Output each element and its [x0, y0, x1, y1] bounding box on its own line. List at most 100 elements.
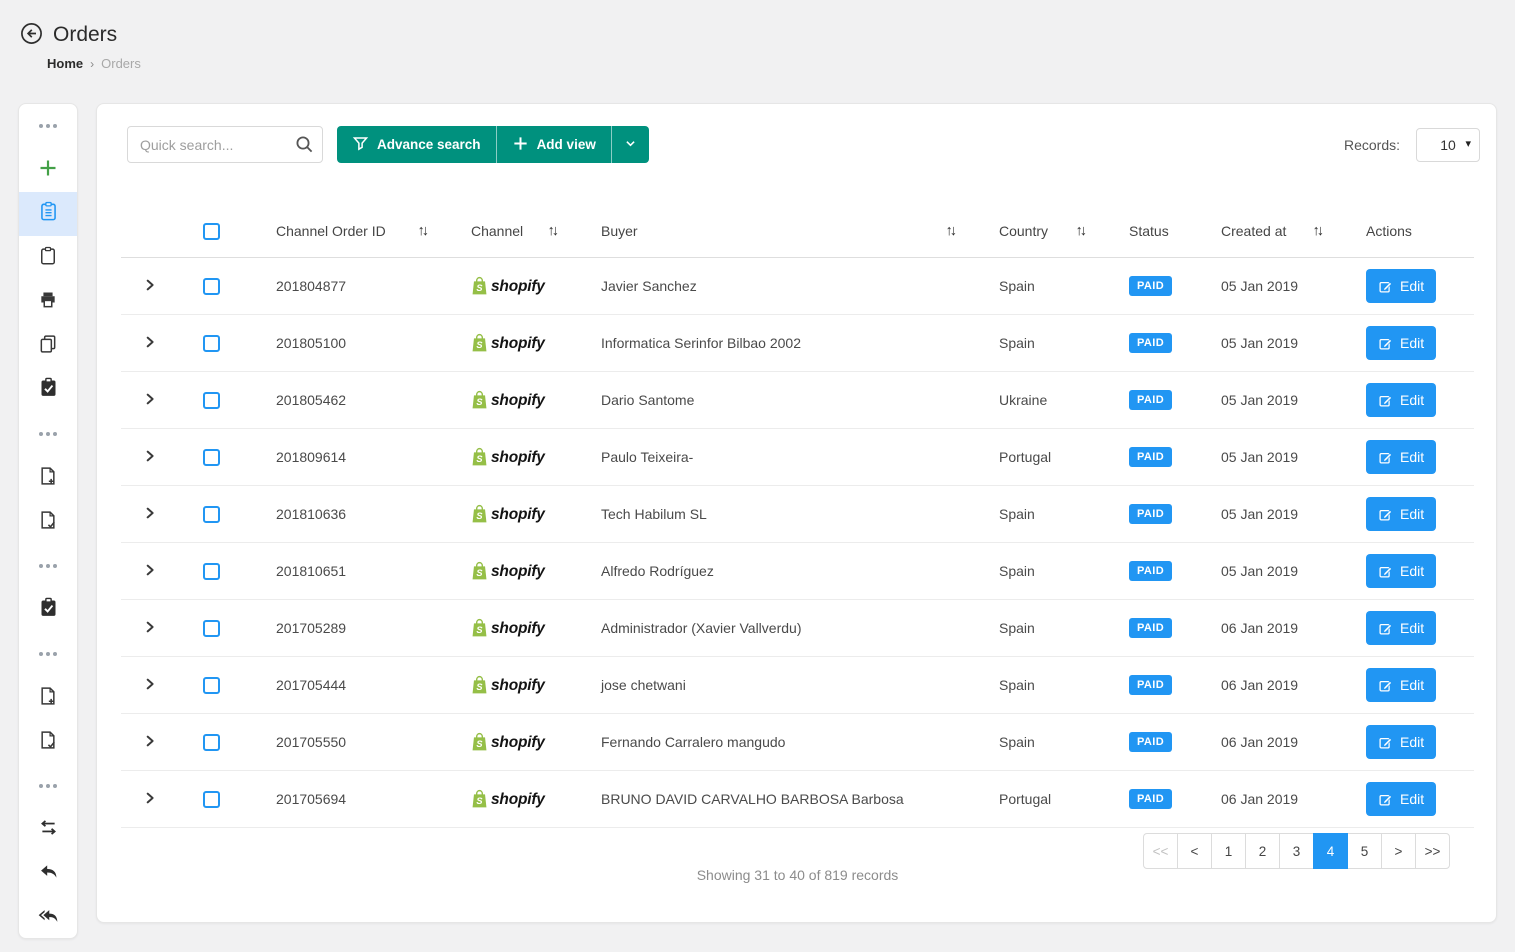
created-at-cell: 06 Jan 2019: [1188, 620, 1333, 636]
expand-row-button[interactable]: [139, 616, 161, 641]
expand-row-button[interactable]: [139, 502, 161, 527]
column-header-country[interactable]: Country: [999, 223, 1048, 239]
sidebar-item-2-clipboard-list[interactable]: [19, 192, 77, 236]
sidebar-item-17-reply[interactable]: [19, 852, 77, 896]
buyer-cell: BRUNO DAVID CARVALHO BARBOSA Barbosa: [568, 791, 966, 807]
edit-button[interactable]: Edit: [1366, 782, 1436, 816]
edit-button[interactable]: Edit: [1366, 611, 1436, 645]
sidebar-item-14-file-check[interactable]: [19, 720, 77, 764]
sidebar-item-16-transfer[interactable]: [19, 808, 77, 852]
expand-row-button[interactable]: [139, 787, 161, 812]
sort-icon[interactable]: [1076, 223, 1089, 239]
expand-row-button[interactable]: [139, 274, 161, 299]
row-checkbox[interactable]: [203, 620, 220, 637]
sidebar-item-18-reply-all[interactable]: [19, 896, 77, 939]
row-checkbox[interactable]: [203, 563, 220, 580]
chevron-right-icon: [143, 620, 157, 637]
row-checkbox[interactable]: [203, 734, 220, 751]
sidebar-item-6-clipboard-check[interactable]: [19, 368, 77, 412]
showing-records-text: Showing 31 to 40 of 819 records: [121, 867, 1474, 883]
table-row: 201705550SshopifyFernando Carralero mang…: [121, 714, 1474, 771]
sidebar-item-15-ellipsis[interactable]: [19, 764, 77, 808]
row-checkbox[interactable]: [203, 392, 220, 409]
row-checkbox[interactable]: [203, 278, 220, 295]
edit-button[interactable]: Edit: [1366, 383, 1436, 417]
edit-icon: [1378, 621, 1393, 636]
page-button-page-1[interactable]: 1: [1211, 833, 1246, 869]
page-title: Orders: [53, 23, 117, 47]
edit-button[interactable]: Edit: [1366, 497, 1436, 531]
row-checkbox[interactable]: [203, 506, 220, 523]
expand-row-button[interactable]: [139, 730, 161, 755]
edit-button[interactable]: Edit: [1366, 668, 1436, 702]
page-button-page-3[interactable]: 3: [1279, 833, 1314, 869]
breadcrumb-separator: ›: [90, 57, 94, 71]
row-checkbox[interactable]: [203, 677, 220, 694]
table-row: 201705289SshopifyAdministrador (Xavier V…: [121, 600, 1474, 657]
page-button-page-2[interactable]: 2: [1245, 833, 1280, 869]
records-select[interactable]: 10 ▾: [1416, 128, 1480, 162]
edit-button[interactable]: Edit: [1366, 725, 1436, 759]
records-area: Records: 10 ▾: [1344, 128, 1480, 162]
shopify-logo: Sshopify: [471, 675, 545, 695]
expand-row-button[interactable]: [139, 673, 161, 698]
sort-icon[interactable]: [548, 223, 561, 239]
advance-search-button[interactable]: Advance search: [337, 126, 496, 163]
sidebar-item-8-file-plus[interactable]: [19, 456, 77, 500]
page-button-last[interactable]: >>: [1415, 833, 1450, 869]
edit-button[interactable]: Edit: [1366, 269, 1436, 303]
breadcrumb-home-link[interactable]: Home: [47, 56, 83, 71]
expand-row-button[interactable]: [139, 559, 161, 584]
sidebar-item-0-ellipsis[interactable]: [19, 104, 77, 148]
svg-text:S: S: [476, 511, 483, 521]
sidebar-item-12-ellipsis[interactable]: [19, 632, 77, 676]
row-checkbox[interactable]: [203, 335, 220, 352]
add-view-dropdown-button[interactable]: [611, 126, 649, 163]
search-box: [127, 126, 323, 163]
sidebar-item-9-file-check[interactable]: [19, 500, 77, 544]
page-button-first[interactable]: <<: [1143, 833, 1178, 869]
back-button[interactable]: [20, 22, 43, 48]
column-header-channel[interactable]: Channel: [471, 223, 523, 239]
search-icon[interactable]: [294, 134, 314, 159]
sort-icon[interactable]: [1313, 223, 1326, 239]
row-checkbox[interactable]: [203, 449, 220, 466]
sort-icon[interactable]: [418, 223, 431, 239]
order-id-cell: 201809614: [243, 449, 438, 465]
page-button-page-4[interactable]: 4: [1313, 833, 1348, 869]
page-button-next[interactable]: >: [1381, 833, 1416, 869]
row-checkbox[interactable]: [203, 791, 220, 808]
sidebar-item-5-copy[interactable]: [19, 324, 77, 368]
sidebar-item-13-file-plus[interactable]: [19, 676, 77, 720]
edit-button[interactable]: Edit: [1366, 326, 1436, 360]
buyer-cell: Paulo Teixeira-: [568, 449, 966, 465]
clipboard-list-icon: [38, 201, 59, 227]
sidebar-item-10-ellipsis[interactable]: [19, 544, 77, 588]
page-button-page-5[interactable]: 5: [1347, 833, 1382, 869]
sidebar-item-3-clipboard[interactable]: [19, 236, 77, 280]
select-all-checkbox[interactable]: [203, 223, 220, 240]
sidebar-item-11-clipboard-check[interactable]: [19, 588, 77, 632]
edit-button[interactable]: Edit: [1366, 440, 1436, 474]
column-header-channel-order-id[interactable]: Channel Order ID: [276, 223, 386, 239]
sidebar-item-1-plus[interactable]: [19, 148, 77, 192]
svg-text:S: S: [476, 739, 483, 749]
ellipsis-icon: [39, 784, 57, 788]
buyer-cell: Administrador (Xavier Vallverdu): [568, 620, 966, 636]
sort-icon[interactable]: [946, 223, 959, 239]
column-header-created-at[interactable]: Created at: [1221, 223, 1286, 239]
sidebar-item-4-printer[interactable]: [19, 280, 77, 324]
edit-button[interactable]: Edit: [1366, 554, 1436, 588]
expand-row-button[interactable]: [139, 445, 161, 470]
page-button-prev[interactable]: <: [1177, 833, 1212, 869]
expand-row-button[interactable]: [139, 388, 161, 413]
clipboard-icon: [38, 246, 58, 271]
shopify-bag-icon: S: [471, 276, 488, 296]
add-view-button[interactable]: Add view: [496, 126, 611, 163]
reply-icon: [38, 861, 59, 887]
column-header-buyer[interactable]: Buyer: [601, 223, 638, 239]
arrow-left-circle-icon: [20, 22, 43, 48]
edit-icon: [1378, 564, 1393, 579]
sidebar-item-7-ellipsis[interactable]: [19, 412, 77, 456]
expand-row-button[interactable]: [139, 331, 161, 356]
